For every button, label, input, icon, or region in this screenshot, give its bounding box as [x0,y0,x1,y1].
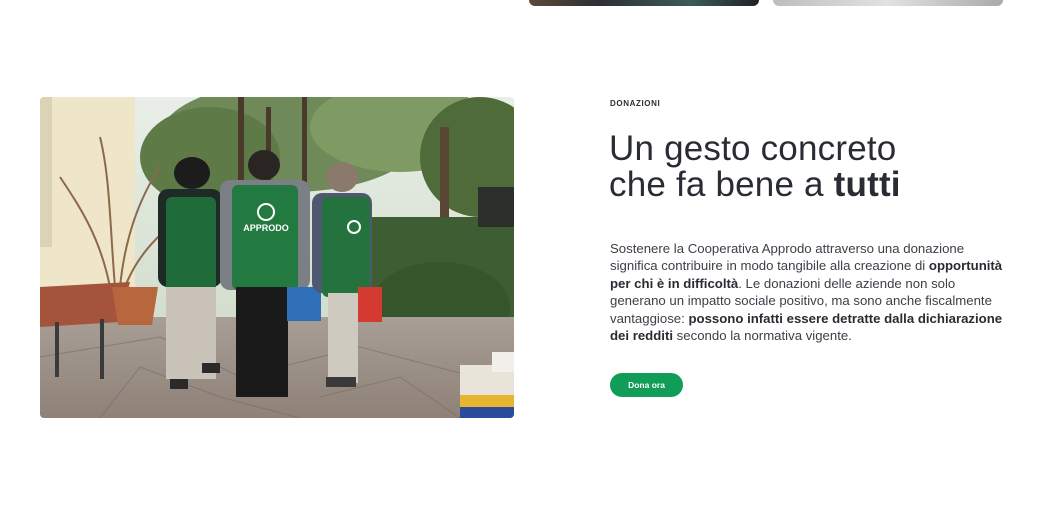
description-part-3: secondo la normativa vigente. [673,328,852,344]
section-eyebrow: DONAZIONI [610,99,661,108]
top-card-image-right[interactable] [773,0,1003,6]
headline-line2-bold: tutti [833,165,901,204]
apron-logo-text: APPRODO [243,223,289,233]
section-description: Sostenere la Cooperativa Approdo attrave… [610,240,1010,344]
headline-line1: Un gesto concreto [609,129,897,168]
top-card-image-left[interactable] [529,0,759,6]
section-headline: Un gesto concreto che fa bene a tutti [609,131,1009,203]
description-part-1: Sostenere la Cooperativa Approdo attrave… [610,241,965,274]
volunteers-photo: APPRODO [40,97,514,418]
donate-button[interactable]: Dona ora [610,373,683,397]
headline-line2-prefix: che fa bene a [609,165,834,204]
